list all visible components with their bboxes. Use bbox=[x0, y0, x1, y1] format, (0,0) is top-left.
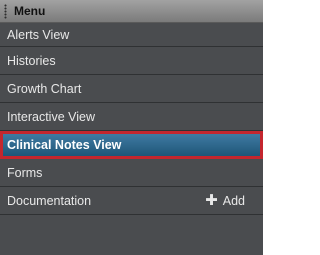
menu-item-label: Clinical Notes View bbox=[7, 138, 122, 152]
menu-item-label: Alerts View bbox=[7, 27, 70, 42]
plus-icon: ✚ bbox=[205, 192, 218, 209]
add-button[interactable]: ✚ Add bbox=[205, 187, 245, 214]
menu-item-alerts-view[interactable]: Alerts View bbox=[0, 23, 263, 47]
menu-item-histories[interactable]: Histories bbox=[0, 47, 263, 75]
menu-item-forms[interactable]: Forms bbox=[0, 159, 263, 187]
menu-item-label: Documentation bbox=[7, 193, 92, 208]
menu-item-label: Histories bbox=[7, 53, 56, 68]
menu-item-documentation[interactable]: Documentation ✚ Add bbox=[0, 187, 263, 215]
menu-item-clinical-notes-view[interactable]: Clinical Notes View bbox=[0, 131, 263, 159]
menu-list: Alerts View Histories Growth Chart Inter… bbox=[0, 23, 263, 215]
menu-item-interactive-view[interactable]: Interactive View bbox=[0, 103, 263, 131]
menu-item-label: Interactive View bbox=[7, 109, 96, 124]
grip-icon[interactable] bbox=[4, 4, 7, 19]
menu-header: Menu bbox=[0, 0, 263, 23]
add-label: Add bbox=[222, 193, 245, 208]
menu-item-label: Forms bbox=[7, 165, 43, 180]
menu-item-growth-chart[interactable]: Growth Chart bbox=[0, 75, 263, 103]
menu-title: Menu bbox=[14, 4, 46, 18]
menu-panel: Menu Alerts View Histories Growth Chart … bbox=[0, 0, 263, 255]
menu-item-label: Growth Chart bbox=[7, 81, 82, 96]
